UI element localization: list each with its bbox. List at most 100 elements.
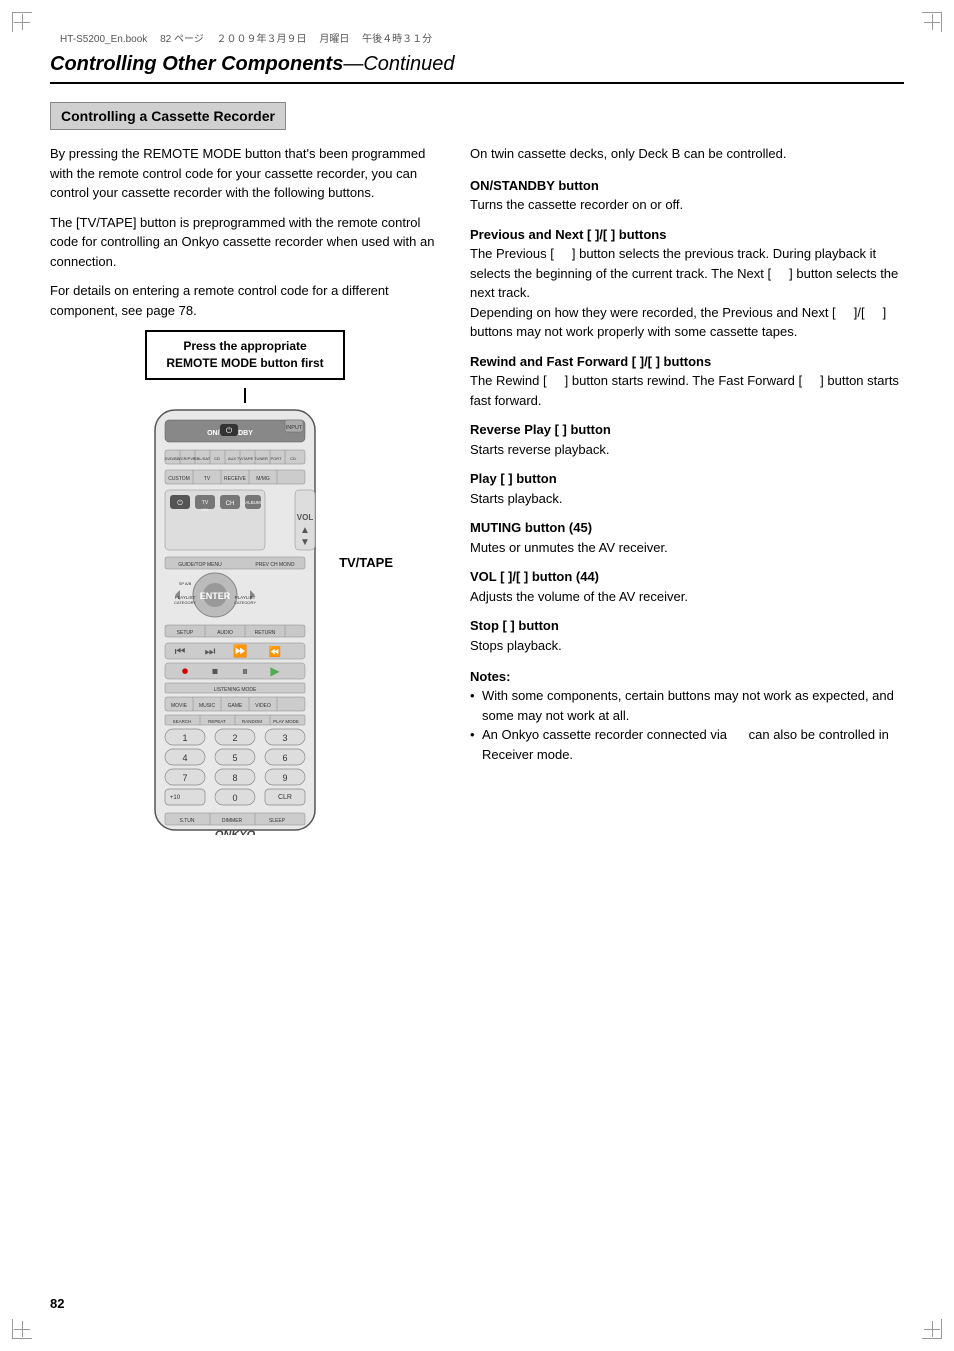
svg-text:PLAY MODE: PLAY MODE (273, 719, 299, 724)
page-title: Controlling Other Components—Continued (50, 53, 455, 75)
tv-tape-label: TV/TAPE (339, 555, 393, 570)
svg-text:CD: CD (290, 456, 296, 461)
svg-text:▲: ▲ (300, 525, 310, 536)
svg-text:ALBUM: ALBUM (245, 500, 261, 505)
svg-text:⏩: ⏩ (233, 644, 248, 658)
svg-text:SEARCH: SEARCH (173, 719, 192, 724)
two-col-layout: By pressing the REMOTE MODE button that'… (50, 144, 904, 838)
svg-text:VIDEO: VIDEO (255, 703, 271, 709)
svg-text:SLEEP: SLEEP (269, 818, 286, 824)
button-body-4: Starts playback. (470, 489, 904, 509)
button-desc-1: Previous and Next [ ]/[ ] buttons The Pr… (470, 225, 904, 342)
right-column: On twin cassette decks, only Deck B can … (470, 144, 904, 764)
button-body-0: Turns the cassette recorder on or off. (470, 195, 904, 215)
button-title-2: Rewind and Fast Forward [ ]/[ ] buttons (470, 352, 904, 372)
notes-item-0: With some components, certain buttons ma… (470, 686, 904, 725)
svg-text:0: 0 (232, 793, 237, 803)
svg-text:CATEGORY: CATEGORY (174, 600, 196, 605)
svg-text:SETUP: SETUP (177, 630, 194, 636)
svg-text:1: 1 (182, 733, 187, 743)
svg-text:⏪: ⏪ (269, 645, 281, 658)
svg-text:VOL: VOL (201, 507, 210, 512)
svg-text:⏭: ⏭ (205, 644, 216, 658)
button-body-3: Starts reverse playback. (470, 440, 904, 460)
svg-text:TV: TV (202, 500, 209, 506)
button-title-7: Stop [ ] button (470, 616, 904, 636)
svg-text:CD: CD (214, 456, 220, 461)
svg-text:CUSTOM: CUSTOM (168, 476, 190, 482)
left-para2: The [TV/TAPE] button is preprogrammed wi… (50, 213, 440, 272)
crosshair-tl (14, 14, 30, 30)
svg-text:ONKYO: ONKYO (215, 829, 256, 835)
svg-text:PREV CH MONO: PREV CH MONO (255, 562, 294, 568)
svg-text:RECEIVE: RECEIVE (224, 476, 247, 482)
svg-text:LISTENING MODE: LISTENING MODE (214, 687, 257, 693)
button-title-0: ON/STANDBY button (470, 176, 904, 196)
button-desc-7: Stop [ ] button Stops playback. (470, 616, 904, 655)
notes-item-1: An Onkyo cassette recorder connected via… (470, 725, 904, 764)
page-header: Controlling Other Components—Continued (50, 53, 904, 84)
svg-text:RETURN: RETURN (255, 630, 276, 636)
remote-diagram-area: Press the appropriateREMOTE MODE button … (50, 330, 440, 838)
svg-text:▼: ▼ (300, 537, 310, 548)
button-body-7: Stops playback. (470, 636, 904, 656)
notes-list: With some components, certain buttons ma… (470, 686, 904, 764)
svg-text:AUX: AUX (228, 456, 237, 461)
svg-text:ENTER: ENTER (200, 591, 231, 601)
button-title-3: Reverse Play [ ] button (470, 420, 904, 440)
button-title-1: Previous and Next [ ]/[ ] buttons (470, 225, 904, 245)
button-desc-5: MUTING button (45) Mutes or unmutes the … (470, 518, 904, 557)
svg-text:TV: TV (204, 476, 211, 482)
notes-section: Notes: With some components, certain but… (470, 669, 904, 764)
svg-text:CLR: CLR (278, 794, 292, 801)
svg-text:S.TUN: S.TUN (180, 818, 195, 824)
button-desc-3: Reverse Play [ ] button Starts reverse p… (470, 420, 904, 459)
svg-text:▶: ▶ (270, 664, 280, 678)
callout-text: Press the appropriateREMOTE MODE button … (166, 339, 323, 370)
remote-svg: ON/STANDBY ⏻ INPUT (145, 405, 345, 835)
meta-time: 午後４時３１分 (362, 34, 432, 45)
callout-line (244, 388, 246, 403)
svg-text:4: 4 (182, 753, 187, 763)
svg-text:⏸: ⏸ (242, 664, 248, 678)
button-body-2: The Rewind [ ] button starts rewind. The… (470, 371, 904, 410)
meta-date: ２００９年３月９日 (217, 34, 307, 45)
svg-text:5: 5 (232, 753, 237, 763)
button-title-6: VOL [ ]/[ ] button (44) (470, 567, 904, 587)
svg-text:CATEGORY: CATEGORY (234, 600, 256, 605)
meta-file: HT-S5200_En.book (60, 34, 147, 45)
svg-text:INPUT: INPUT (286, 425, 303, 431)
button-desc-2: Rewind and Fast Forward [ ]/[ ] buttons … (470, 352, 904, 411)
svg-text:CH: CH (226, 501, 235, 507)
right-col-intro: On twin cassette decks, only Deck B can … (470, 144, 904, 164)
svg-text:⏮: ⏮ (175, 644, 186, 658)
remote-diagram: TV/TAPE ON/STANDBY ⏻ INPUT (145, 405, 345, 838)
crosshair-tr (924, 14, 940, 30)
left-column: By pressing the REMOTE MODE button that'… (50, 144, 440, 838)
button-desc-0: ON/STANDBY button Turns the cassette rec… (470, 176, 904, 215)
svg-text:⏻: ⏻ (177, 499, 183, 507)
page-title-main: Controlling Other Components (50, 53, 343, 75)
page-title-subtitle: —Continued (343, 53, 454, 75)
svg-text:PORT: PORT (270, 456, 282, 461)
svg-text:9: 9 (282, 773, 287, 783)
button-body-5: Mutes or unmutes the AV receiver. (470, 538, 904, 558)
notes-title: Notes: (470, 669, 904, 684)
page: HT-S5200_En.book 82 ページ ２００９年３月９日 月曜日 午後… (0, 0, 954, 1351)
svg-text:6: 6 (282, 753, 287, 763)
svg-text:2: 2 (232, 733, 237, 743)
button-title-5: MUTING button (45) (470, 518, 904, 538)
svg-text:GAME: GAME (228, 703, 243, 709)
svg-text:7: 7 (182, 773, 187, 783)
svg-text:MUSIC: MUSIC (199, 703, 216, 709)
crosshair-bl (14, 1321, 30, 1337)
button-title-4: Play [ ] button (470, 469, 904, 489)
svg-text:VOL: VOL (297, 513, 314, 522)
svg-text:DIMMER: DIMMER (222, 818, 243, 824)
svg-text:REPEAT: REPEAT (208, 719, 226, 724)
section-title: Controlling a Cassette Recorder (50, 102, 286, 130)
crosshair-br (924, 1321, 940, 1337)
button-body-6: Adjusts the volume of the AV receiver. (470, 587, 904, 607)
svg-text:3: 3 (282, 733, 287, 743)
svg-text:M/MG: M/MG (256, 476, 270, 482)
